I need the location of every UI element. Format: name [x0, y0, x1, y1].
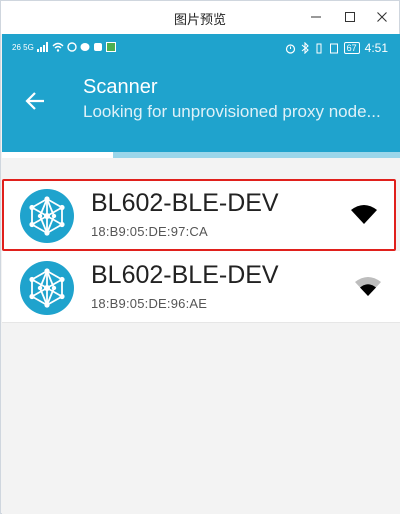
signal-bars-icon	[36, 42, 48, 52]
app-notification-icon	[93, 43, 102, 51]
page-title: Scanner	[83, 76, 158, 98]
device-name: BL602-BLE-DEV	[91, 189, 279, 217]
maximize-icon	[345, 12, 355, 22]
mesh-node-icon	[20, 261, 74, 315]
device-row[interactable]: BL602-BLE-DEV 18:B9:05:DE:97:CA	[2, 179, 396, 251]
device-name: BL602-BLE-DEV	[91, 261, 279, 289]
status-right: 67 4:51	[285, 41, 388, 55]
network-label: 26 5G	[12, 42, 34, 52]
sim-icon	[329, 43, 338, 53]
alarm-icon	[285, 43, 295, 54]
mesh-node-icon	[20, 189, 74, 243]
scan-progress-bar	[2, 152, 114, 158]
minimize-icon	[311, 16, 321, 18]
link-icon	[67, 42, 77, 52]
close-icon	[377, 12, 387, 22]
back-button[interactable]	[20, 86, 50, 116]
device-row[interactable]: BL602-BLE-DEV 18:B9:05:DE:96:AE	[2, 251, 400, 323]
battery-level: 67	[343, 42, 360, 54]
window-titlebar: 图片预览	[1, 1, 399, 34]
store-icon	[105, 42, 116, 52]
wifi-icon	[52, 42, 64, 52]
bluetooth-icon	[301, 42, 309, 54]
device-address: 18:B9:05:DE:96:AE	[91, 296, 208, 311]
signal-strength-icon	[351, 205, 377, 224]
status-bar: 26 5G 67 4:51	[2, 34, 400, 64]
chat-icon	[80, 43, 90, 51]
app-toolbar: Scanner Looking for unprovisioned proxy …	[2, 64, 400, 158]
preview-window: 图片预览 26 5G 67 4:51 Scanner Looking for u…	[0, 0, 400, 514]
device-list: BL602-BLE-DEV 18:B9:05:DE:97:CA BL602-BL…	[2, 179, 400, 323]
back-arrow-icon	[25, 92, 44, 110]
vibrate-icon	[316, 43, 322, 53]
status-left: 26 5G	[12, 42, 116, 52]
signal-strength-icon	[355, 277, 381, 296]
page-subtitle: Looking for unprovisioned proxy node...	[83, 102, 381, 121]
close-button[interactable]	[369, 5, 395, 29]
phone-screen: 26 5G 67 4:51 Scanner Looking for unprov…	[2, 34, 400, 514]
clock: 4:51	[364, 41, 388, 55]
device-address: 18:B9:05:DE:97:CA	[91, 224, 208, 239]
minimize-button[interactable]	[303, 5, 329, 29]
maximize-button[interactable]	[337, 5, 363, 29]
